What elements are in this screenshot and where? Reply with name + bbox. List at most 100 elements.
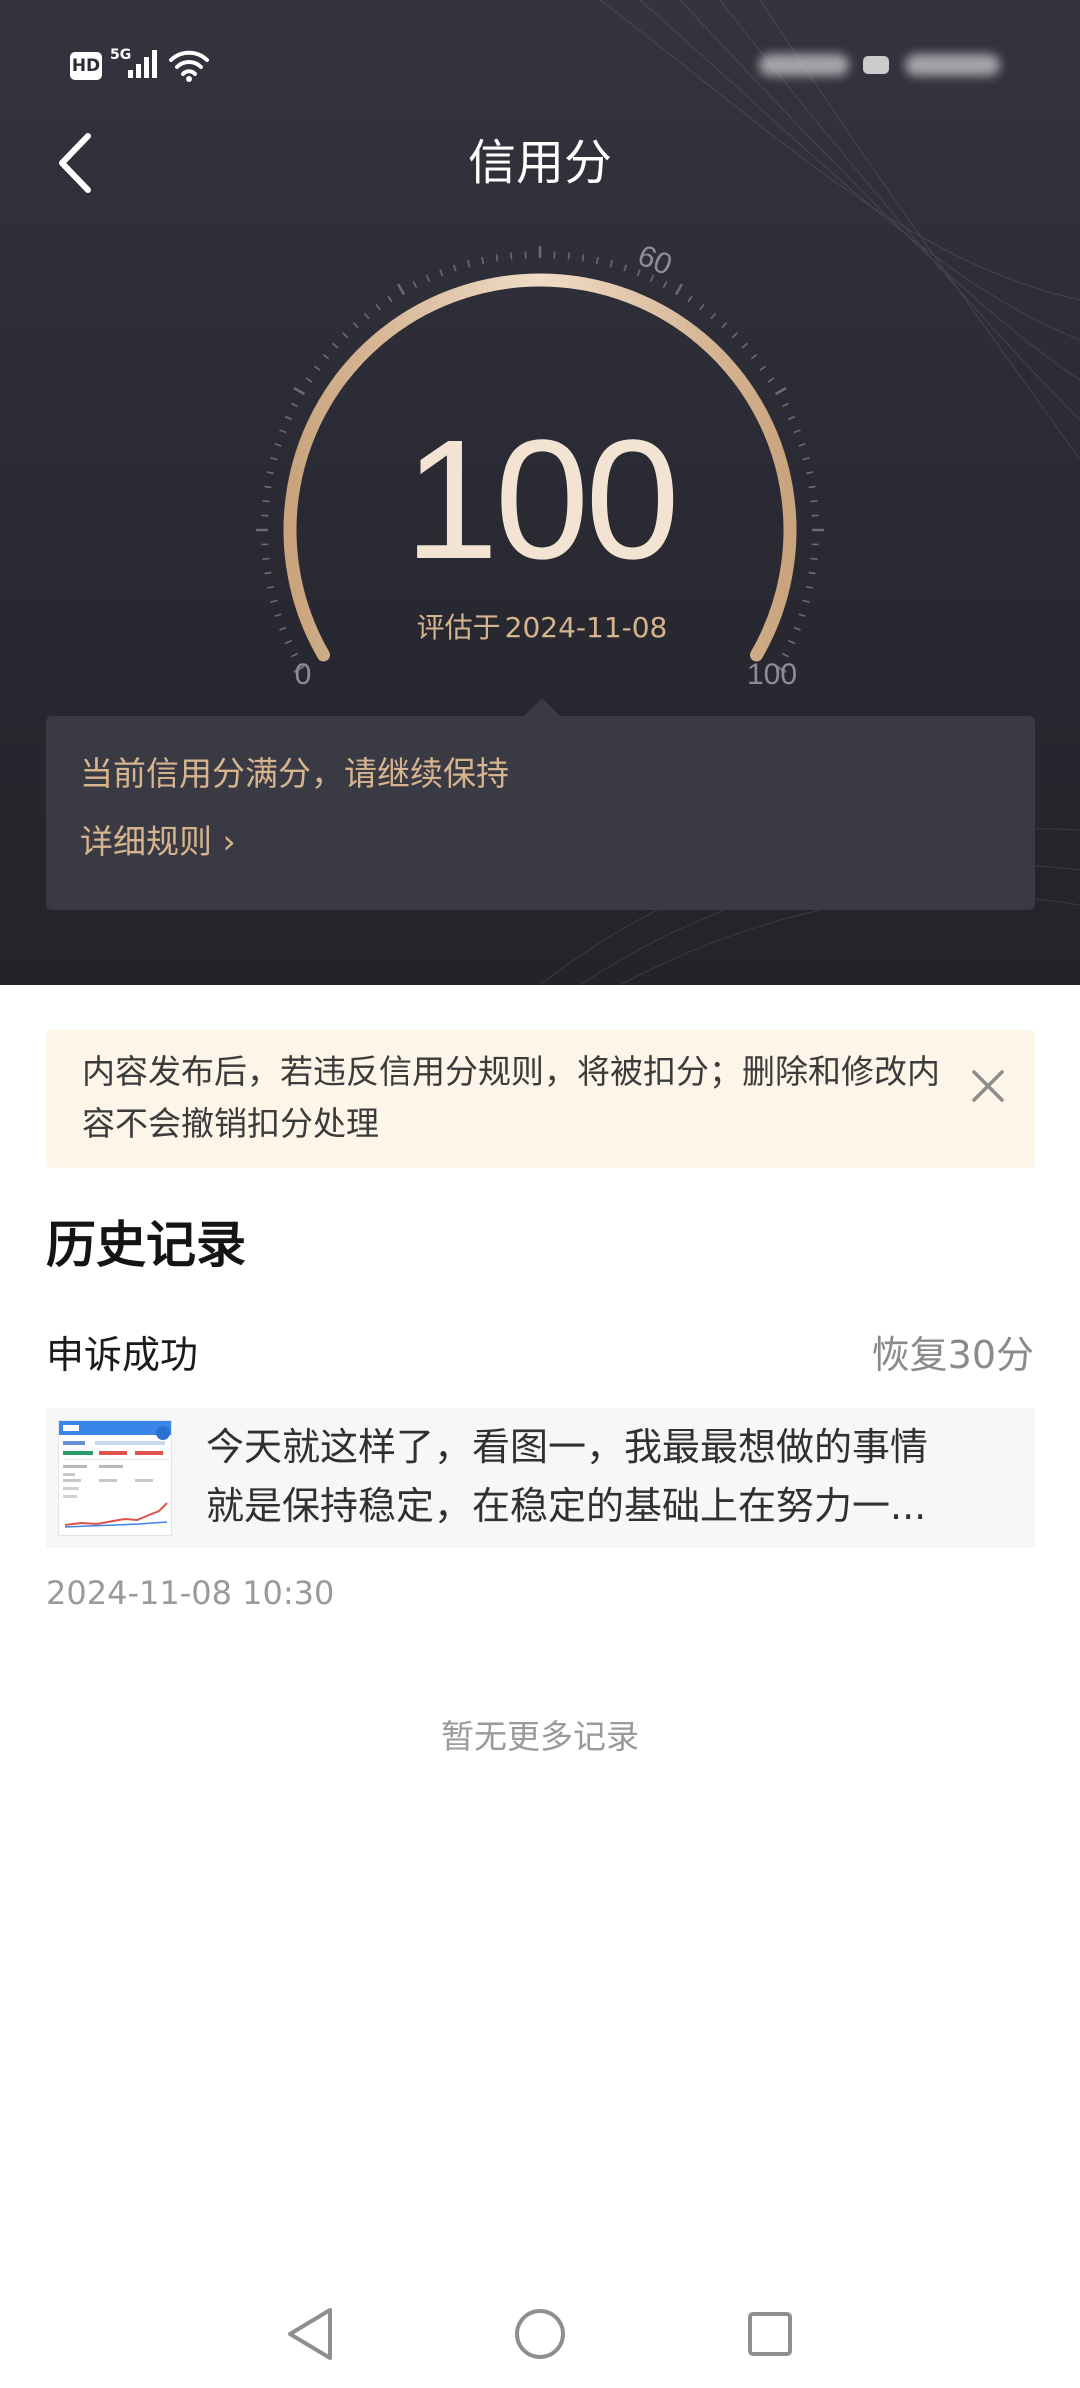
gauge-tick	[332, 342, 339, 349]
gauge-tick	[798, 443, 806, 447]
gauge-tick	[481, 256, 485, 265]
post-thumbnail	[58, 1420, 172, 1536]
gauge-tick	[293, 386, 306, 396]
gauge-tick	[805, 585, 814, 589]
record-points: 恢复30分	[871, 1333, 1034, 1377]
post-excerpt-line-1: 今天就这样了，看图一，我最最想做的事情	[206, 1425, 929, 1469]
gauge-tick	[798, 613, 806, 617]
gauge-tick	[782, 652, 789, 658]
gauge-tick	[363, 312, 370, 320]
gauge-tick	[262, 500, 270, 503]
gauge-tick	[788, 415, 796, 421]
gauge-tick	[284, 415, 292, 421]
nav-home-button[interactable]	[490, 2280, 590, 2388]
gauge-tick	[396, 283, 406, 296]
gauge-tick	[279, 429, 287, 434]
gauge-tick	[342, 332, 349, 339]
gauge-tick	[595, 256, 599, 265]
gauge-tick	[810, 557, 818, 560]
evaluation-date-value: 2024-11-08	[504, 611, 668, 644]
score-tip-card: 当前信用分满分，请继续保持 详细规则 ›	[46, 716, 1035, 910]
post-excerpt: 今天就这样了，看图一，我最最想做的事情 就是保持稳定，在稳定的基础上在努力一..…	[206, 1418, 1006, 1536]
credit-header: HD 5G 信用分 0 60 100 100 评估于 2024-11-08 当前…	[0, 0, 1080, 985]
gauge-tick	[805, 471, 814, 475]
credit-score-value: 100	[404, 405, 680, 595]
back-triangle-icon	[288, 2308, 332, 2360]
gauge-tick	[262, 557, 270, 560]
nav-back-button[interactable]	[260, 2280, 360, 2388]
gauge-tick	[266, 585, 275, 589]
evaluation-date: 评估于 2024-11-08	[340, 608, 740, 648]
gauge-tick	[721, 322, 728, 329]
gauge-tick	[788, 639, 796, 645]
gauge-tick	[750, 353, 758, 360]
score-tip-text: 当前信用分满分，请继续保持	[80, 754, 509, 793]
gauge-tick	[322, 353, 330, 360]
evaluation-prefix: 评估于	[416, 611, 501, 644]
notice-text: 内容发布后，若违反信用分规则，将被扣分；删除和修改内容不会撤销扣分处理	[82, 1052, 940, 1143]
detail-rules-link[interactable]: 详细规则 ›	[80, 818, 236, 866]
gauge-min-label: 0	[295, 658, 312, 691]
gauge-tick	[802, 599, 810, 603]
gauge-tick	[387, 295, 393, 303]
deduction-notice: 内容发布后，若违反信用分规则，将被扣分；删除和修改内容不会撤销扣分处理	[46, 1030, 1035, 1168]
record-post-card[interactable]: 今天就这样了，看图一，我最最想做的事情 就是保持稳定，在稳定的基础上在努力一..…	[46, 1408, 1035, 1548]
gauge-tick	[767, 377, 775, 383]
gauge-tick	[808, 485, 816, 489]
gauge-tick	[802, 457, 810, 461]
gauge-tick	[741, 342, 748, 349]
gauge-tick	[313, 365, 321, 371]
gauge-tick	[710, 312, 717, 320]
close-icon	[972, 1070, 1004, 1102]
record-timestamp: 2024-11-08 10:30	[46, 1574, 335, 1612]
gauge-tick	[687, 295, 693, 303]
gauge-tick	[291, 402, 298, 408]
gauge-tick	[609, 260, 613, 268]
gauge-tick	[412, 281, 418, 288]
gauge-tick	[274, 443, 282, 447]
gauge-tick	[266, 471, 275, 475]
gauge-tick	[284, 639, 292, 645]
gauge-tick	[810, 500, 818, 503]
home-circle-icon	[515, 2309, 565, 2359]
gauge-tick	[270, 457, 278, 461]
gauge-tick	[375, 303, 381, 311]
post-excerpt-line-2: 就是保持稳定，在稳定的基础上在努力一...	[206, 1484, 927, 1528]
gauge-tick	[774, 386, 787, 396]
gauge-tick	[623, 264, 627, 272]
gauge-tick	[731, 332, 738, 339]
gauge-tick	[674, 283, 684, 296]
tip-pointer	[524, 698, 560, 716]
system-navigation-bar	[0, 2280, 1080, 2388]
gauge-tick	[793, 626, 801, 631]
gauge-tick	[274, 613, 282, 617]
recent-square-icon	[748, 2312, 792, 2356]
gauge-tick	[279, 626, 287, 631]
gauge-tick	[467, 260, 471, 268]
gauge-tick	[264, 571, 272, 575]
gauge-tick	[439, 269, 444, 277]
record-title: 申诉成功	[46, 1333, 199, 1377]
gauge-max-label: 100	[747, 658, 797, 691]
gauge-tick	[425, 274, 431, 282]
gauge-tick	[793, 429, 801, 434]
gauge-tick	[808, 571, 816, 575]
gauge-tick	[305, 377, 313, 383]
gauge-tick	[581, 254, 585, 262]
gauge-tick	[264, 485, 272, 489]
gauge-tick	[759, 365, 767, 371]
notice-close-button[interactable]	[958, 1056, 1018, 1116]
gauge-tick	[453, 264, 457, 272]
gauge-mid-label: 60	[633, 239, 676, 282]
gauge-tick	[699, 303, 705, 311]
gauge-tick	[510, 252, 513, 260]
no-more-records: 暂无更多记录	[441, 1717, 639, 1756]
gauge-tick	[270, 599, 278, 603]
gauge-tick	[352, 322, 359, 329]
gauge-tick	[662, 281, 668, 288]
history-title: 历史记录	[46, 1216, 246, 1274]
nav-recent-button[interactable]	[720, 2280, 820, 2388]
gauge-tick	[567, 252, 570, 260]
gauge-tick	[495, 254, 499, 262]
gauge-tick	[291, 652, 298, 658]
